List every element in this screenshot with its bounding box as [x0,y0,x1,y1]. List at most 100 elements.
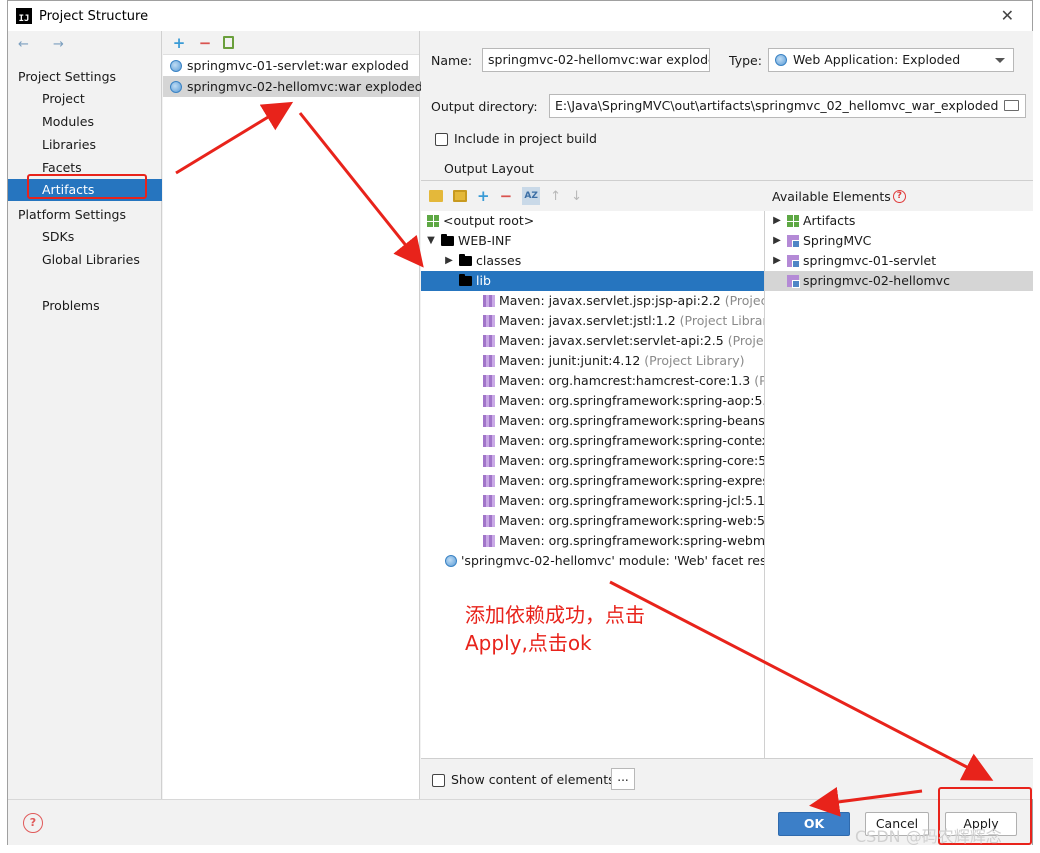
nav-item-modules[interactable]: Modules [8,111,162,133]
remove-element-icon[interactable]: − [500,187,513,205]
tree-node-classes[interactable]: ▶ classes [421,251,764,271]
watermark: CSDN @码农辉辉念 [855,827,1002,846]
type-select[interactable]: Web Application: Exploded [768,48,1014,72]
artifact-label: springmvc-02-hellomvc:war exploded [187,79,423,94]
available-elements-tree: ▶ Artifacts ▶ SpringMVC ▶ springmvc-01-s… [765,211,1033,759]
nav-item-global-libraries[interactable]: Global Libraries [8,249,162,271]
library-name: Maven: org.springframework:spring-aop:5.… [499,393,765,408]
folder-icon [441,234,454,246]
library-name: Maven: org.springframework:spring-contex… [499,433,765,448]
nav-item-problems[interactable]: Problems [8,295,162,317]
web-globe-icon [445,555,457,567]
available-item-artifacts[interactable]: ▶ Artifacts [765,211,1033,231]
tree-node-output-root[interactable]: <output root> [421,211,764,231]
library-name: Maven: org.springframework:spring-webmvc… [499,533,765,548]
artifact-item-selected[interactable]: springmvc-02-hellomvc:war exploded [163,76,423,97]
sort-icon[interactable]: AZ [522,187,541,205]
available-item-springmvc-01[interactable]: ▶ springmvc-01-servlet [765,251,1033,271]
annotation-line-1: 添加依赖成功，点击 [465,603,645,627]
chevron-right-icon[interactable]: ▶ [443,251,455,271]
library-icon [483,455,495,467]
library-list: Maven: javax.servlet.jsp:jsp-api:2.2 (Pro… [421,291,764,551]
artifact-grid-icon [787,215,799,227]
tree-label: 'springmvc-02-hellomvc' module: 'Web' fa… [461,553,765,568]
chevron-down-icon[interactable]: ▼ [425,231,437,251]
layout-toolbar: + − AZ ↑ ↓ [421,181,765,211]
folder-icon [459,274,472,286]
artifact-grid-icon [427,215,439,227]
copy-artifact-icon[interactable] [223,36,234,49]
close-icon[interactable]: ✕ [1001,6,1014,25]
library-icon [483,335,495,347]
tree-node-library[interactable]: Maven: junit:junit:4.12 (Project Library) [421,351,764,371]
tree-node-web-facet[interactable]: 'springmvc-02-hellomvc' module: 'Web' fa… [421,551,764,571]
artifact-item[interactable]: springmvc-01-servlet:war exploded [163,55,419,76]
tree-node-web-inf[interactable]: ▼ WEB-INF [421,231,764,251]
tree-node-library[interactable]: Maven: javax.servlet:servlet-api:2.5 (Pro… [421,331,764,351]
tree-node-library[interactable]: Maven: org.springframework:spring-jcl:5.… [421,491,764,511]
artifact-detail-panel: Name: springmvc-02-hellomvc:war exploded… [421,31,1033,799]
nav-item-project[interactable]: Project [8,88,162,110]
chevron-right-icon[interactable]: ▶ [771,231,783,251]
chevron-right-icon[interactable]: ▶ [771,251,783,271]
nav-header-project-settings: Project Settings [18,69,117,84]
output-directory-label: Output directory: [431,99,538,114]
tab-output-layout[interactable]: Output Layout [444,161,534,176]
include-in-build-checkbox[interactable] [435,133,448,146]
library-tag: (Proje [754,373,764,388]
available-label: springmvc-01-servlet [803,253,937,268]
tree-node-library[interactable]: Maven: org.springframework:spring-aop:5.… [421,391,764,411]
add-artifact-icon[interactable]: + [171,34,187,52]
library-name: Maven: javax.servlet:servlet-api:2.5 [499,333,724,348]
tree-node-library[interactable]: Maven: org.springframework:spring-expres… [421,471,764,491]
library-tag: (Project Lib [727,333,764,348]
output-directory-input[interactable]: E:\Java\SpringMVC\out\artifacts\springmv… [549,94,1026,118]
new-archive-icon[interactable] [453,190,467,202]
more-options-button[interactable]: ... [611,768,635,790]
tree-node-library[interactable]: Maven: org.springframework:spring-webmvc… [421,531,764,551]
tree-node-library[interactable]: Maven: javax.servlet.jsp:jsp-api:2.2 (Pro… [421,291,764,311]
tree-node-library[interactable]: Maven: org.hamcrest:hamcrest-core:1.3(Pr… [421,371,764,391]
type-label: Type: [729,53,762,68]
help-icon[interactable]: ? [892,190,906,203]
tree-node-library[interactable]: Maven: org.springframework:spring-web:5.… [421,511,764,531]
folder-icon [459,254,472,266]
artifact-toolbar: + − [163,31,419,55]
tree-label: WEB-INF [458,233,512,248]
move-down-icon[interactable]: ↓ [571,189,582,204]
nav-item-libraries[interactable]: Libraries [8,134,162,156]
help-icon[interactable]: ? [23,813,43,833]
library-name: Maven: junit:junit:4.12 [499,353,641,368]
library-name: Maven: org.hamcrest:hamcrest-core:1.3 [499,373,751,388]
library-icon [483,515,495,527]
tree-node-library[interactable]: Maven: org.springframework:spring-beans:… [421,411,764,431]
library-name: Maven: org.springframework:spring-web:5.… [499,513,765,528]
library-icon [483,475,495,487]
available-item-springmvc-02[interactable]: springmvc-02-hellomvc [765,271,1033,291]
show-content-checkbox[interactable] [432,774,445,787]
new-folder-icon[interactable] [429,190,443,202]
tree-node-library[interactable]: Maven: org.springframework:spring-contex… [421,431,764,451]
nav-item-sdks[interactable]: SDKs [8,226,162,248]
chevron-right-icon[interactable]: ▶ [771,211,783,231]
tree-node-library[interactable]: Maven: org.springframework:spring-core:5… [421,451,764,471]
name-input[interactable]: springmvc-02-hellomvc:war exploded [482,48,710,72]
ok-button[interactable]: OK [778,812,850,836]
settings-nav: ← → Project Settings Project Modules Lib… [8,31,162,799]
available-label: SpringMVC [803,233,872,248]
module-icon [787,275,800,288]
available-item-springmvc[interactable]: ▶ SpringMVC [765,231,1033,251]
tree-node-lib[interactable]: lib [421,271,764,291]
library-name: Maven: javax.servlet:jstl:1.2 [499,313,676,328]
folder-browse-icon[interactable] [1004,100,1019,111]
library-icon [483,295,495,307]
move-up-icon[interactable]: ↑ [550,189,561,204]
annotation-text: 添加依赖成功，点击 Apply,点击ok [465,601,645,657]
add-element-icon[interactable]: + [477,187,490,205]
tree-node-library[interactable]: Maven: javax.servlet:jstl:1.2 (Project Li… [421,311,764,331]
library-icon [483,375,495,387]
remove-artifact-icon[interactable]: − [197,34,213,52]
window-title: Project Structure [39,8,149,24]
back-forward-icons[interactable]: ← → [18,37,74,52]
artifact-label: springmvc-01-servlet:war exploded [187,58,409,73]
